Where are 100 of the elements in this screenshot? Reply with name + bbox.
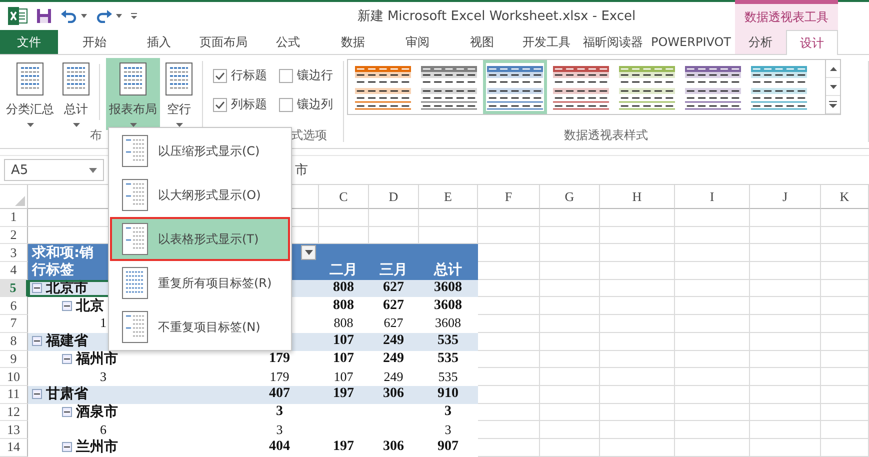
context-tab-group: 数据透视表工具 <box>735 0 838 30</box>
row-header[interactable]: 14 <box>0 438 28 457</box>
ribbon-tab[interactable]: 页面布局 <box>191 30 256 54</box>
empty-cell <box>821 262 869 280</box>
formula-field[interactable]: 市 <box>292 159 869 181</box>
collapse-icon[interactable] <box>62 354 72 364</box>
table-cell: 404 <box>241 438 319 457</box>
row-header[interactable]: 12 <box>0 404 28 422</box>
undo-icon[interactable] <box>60 9 78 23</box>
table-cell: 535 <box>419 350 478 368</box>
layout-icon <box>122 223 148 255</box>
row-header[interactable]: 13 <box>0 421 28 439</box>
empty-cell <box>750 332 821 350</box>
empty-cell <box>821 368 869 386</box>
save-icon[interactable] <box>36 8 52 24</box>
ribbon-tab[interactable]: 设计 <box>786 30 838 55</box>
ribbon-tab[interactable]: POWERPIVOT <box>647 30 736 54</box>
ribbon-tab[interactable]: 开发工具 <box>514 30 579 54</box>
ribbon-button[interactable]: 报表布局 <box>106 58 160 130</box>
ribbon-tab[interactable]: 公式 <box>256 30 320 54</box>
column-header[interactable]: K <box>821 185 869 209</box>
table-cell: 249 <box>369 350 419 368</box>
checkbox-option[interactable]: 镶边行 <box>279 67 345 84</box>
table-cell: 627 <box>369 280 419 298</box>
ribbon-button[interactable]: 空行 <box>162 58 196 130</box>
caret-up-icon <box>830 66 836 70</box>
menu-item[interactable]: 不重复项目标签(N) <box>110 305 290 349</box>
row-header[interactable]: 2 <box>0 226 28 244</box>
row-header[interactable]: 10 <box>0 368 28 386</box>
ribbon-tab[interactable]: 开始 <box>62 30 127 54</box>
table-style-swatch[interactable] <box>483 60 547 114</box>
empty-cell <box>750 297 821 316</box>
pivot-row-label: 兰州市 <box>76 438 118 456</box>
collapse-icon[interactable] <box>62 442 72 452</box>
table-cell: 910 <box>419 386 478 404</box>
table-cell: 3 <box>419 404 478 422</box>
collapse-icon[interactable] <box>32 283 42 294</box>
checkbox[interactable] <box>279 98 293 112</box>
empty-cell <box>478 421 540 439</box>
checkbox-option[interactable]: 行标题 <box>213 67 279 84</box>
collapse-icon[interactable] <box>62 406 72 417</box>
checkbox-option[interactable]: 镶边列 <box>279 96 345 113</box>
menu-item[interactable]: 以表格形式显示(T) <box>110 217 290 261</box>
checkbox[interactable] <box>279 68 293 82</box>
ribbon-button[interactable]: 总计 <box>59 58 93 130</box>
collapse-icon[interactable] <box>32 389 42 400</box>
filter-dropdown-button[interactable] <box>301 245 316 260</box>
ribbon-tab[interactable]: 审阅 <box>385 30 450 54</box>
dropdown-caret-icon <box>72 123 80 127</box>
dropdown-caret-icon <box>89 168 97 172</box>
menu-item[interactable]: 以大纲形式显示(O) <box>110 173 290 217</box>
layout-icon <box>122 311 148 343</box>
column-header[interactable]: E <box>419 185 478 209</box>
group-label: 式选项 <box>291 127 327 144</box>
column-header[interactable]: G <box>540 185 600 209</box>
customize-toolbar-icon[interactable] <box>130 12 138 20</box>
empty-cell <box>750 368 821 386</box>
checkbox-option[interactable]: 列标题 <box>213 96 279 113</box>
ribbon-tab[interactable]: 分析 <box>735 30 786 54</box>
table-cell: 535 <box>419 332 478 350</box>
table-cell <box>419 209 478 227</box>
ribbon-tab[interactable]: 数据 <box>320 30 386 54</box>
pivot-row-label: 3 <box>100 368 106 385</box>
table-cell: 3 <box>241 404 319 422</box>
table-cell: 907 <box>419 438 478 457</box>
table-cell: 249 <box>369 332 419 350</box>
ribbon-tab[interactable]: 视图 <box>450 30 514 54</box>
dropdown-caret-icon[interactable] <box>81 14 87 18</box>
row-header[interactable]: 9 <box>0 350 28 368</box>
ribbon-tab[interactable]: 福昕阅读器 <box>579 30 647 54</box>
checkbox[interactable] <box>213 98 227 112</box>
row-header[interactable]: 5 <box>0 280 28 298</box>
row-header[interactable]: 7 <box>0 315 28 333</box>
checkbox[interactable] <box>213 68 227 82</box>
expand-gallery-icon <box>829 101 837 108</box>
pivot-row-label: 酒泉市 <box>76 402 118 421</box>
collapse-icon[interactable] <box>32 336 42 346</box>
empty-cell <box>478 226 540 244</box>
column-header[interactable]: F <box>478 185 540 209</box>
ribbon-tab[interactable]: 插入 <box>126 30 192 54</box>
column-header[interactable]: D <box>369 185 419 209</box>
row-header[interactable]: 1 <box>0 209 28 227</box>
table-layout-icon <box>16 62 44 96</box>
table-cell: 627 <box>369 297 419 316</box>
dropdown-caret-icon[interactable] <box>116 14 122 18</box>
menu-item[interactable]: 以压缩形式显示(C) <box>110 129 290 173</box>
collapse-icon[interactable] <box>62 300 72 311</box>
redo-icon[interactable] <box>95 9 113 23</box>
menu-item[interactable]: 重复所有项目标签(R) <box>110 261 290 305</box>
ribbon-button[interactable]: 分类汇总 <box>3 58 57 130</box>
row-header[interactable]: 6 <box>0 297 28 316</box>
column-header[interactable]: C <box>319 185 369 209</box>
column-header[interactable]: J <box>750 185 821 209</box>
empty-cell <box>750 438 821 457</box>
empty-cell <box>821 438 869 457</box>
file-tab[interactable]: 文件 <box>0 30 58 54</box>
column-header[interactable]: H <box>600 185 675 209</box>
name-box[interactable]: A5 <box>4 159 104 181</box>
pivot-row-label: 求和项:销 <box>32 244 94 262</box>
column-header[interactable]: I <box>675 185 750 209</box>
